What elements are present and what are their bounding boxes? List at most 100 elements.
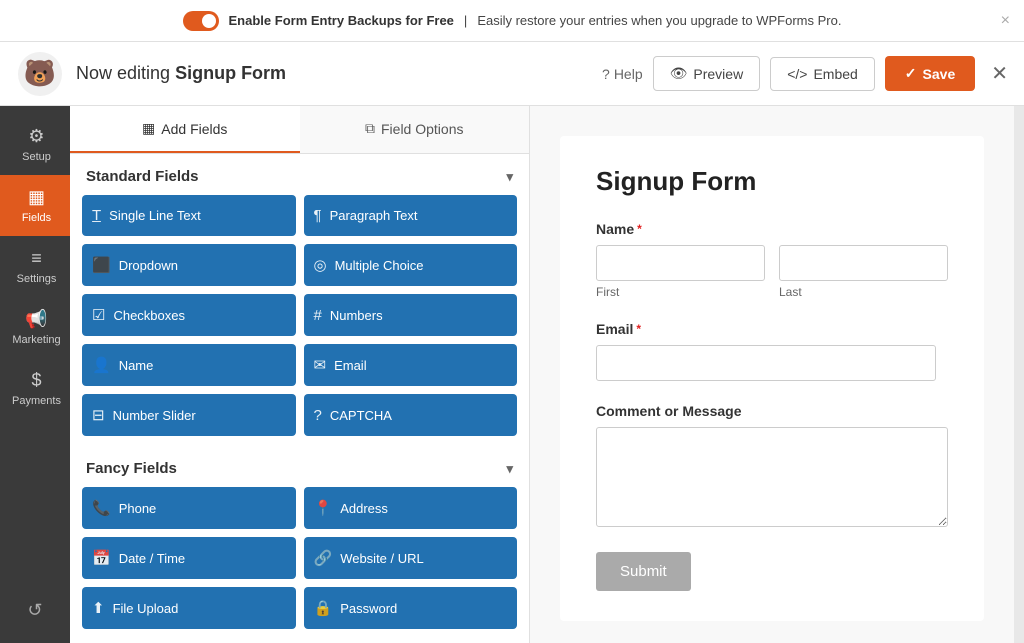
field-btn-password[interactable]: 🔒 Password <box>304 587 518 629</box>
embed-button[interactable]: </> Embed <box>770 57 875 91</box>
date-icon: 📅 <box>92 549 111 567</box>
email-label-text: Email <box>596 321 633 337</box>
field-label-checkboxes: Checkboxes <box>113 308 185 323</box>
field-btn-number-slider[interactable]: ⊟ Number Slider <box>82 394 296 436</box>
field-btn-dropdown[interactable]: ⬛ Dropdown <box>82 244 296 286</box>
sidebar-item-payments[interactable]: $ Payments <box>0 358 70 419</box>
email-input[interactable] <box>596 345 936 381</box>
sidebar-label-settings: Settings <box>17 273 57 285</box>
save-button[interactable]: ✓ Save <box>885 56 975 91</box>
field-label-number-slider: Number Slider <box>113 408 196 423</box>
email-required-star: * <box>636 322 641 336</box>
field-btn-paragraph[interactable]: ¶ Paragraph Text <box>304 195 518 236</box>
code-icon: </> <box>787 66 807 82</box>
notif-title: Enable Form Entry Backups for Free <box>229 13 454 28</box>
notification-bar: Enable Form Entry Backups for Free | Eas… <box>0 0 1024 42</box>
tab-options-label: Field Options <box>381 121 463 137</box>
tab-add-fields[interactable]: ▦ Add Fields <box>70 106 300 153</box>
field-btn-multiple-choice[interactable]: ◎ Multiple Choice <box>304 244 518 286</box>
panel-content: Standard Fields ▾ T̲ Single Line Text ¶ … <box>70 154 529 643</box>
standard-chevron-icon: ▾ <box>506 169 513 185</box>
field-btn-phone[interactable]: 📞 Phone <box>82 487 296 529</box>
fancy-chevron-icon: ▾ <box>506 461 513 477</box>
field-btn-single-line[interactable]: T̲ Single Line Text <box>82 195 296 236</box>
field-btn-name[interactable]: 👤 Name <box>82 344 296 386</box>
field-label-single-line: Single Line Text <box>109 208 201 223</box>
field-label-file-upload: File Upload <box>113 601 179 616</box>
form-field-email: Email * <box>596 321 948 381</box>
preview-scrollbar[interactable] <box>1014 106 1024 643</box>
sidebar-item-setup[interactable]: ⚙ Setup <box>0 114 70 175</box>
header-title: Now editing Signup Form <box>76 63 590 84</box>
comment-textarea[interactable] <box>596 427 948 527</box>
sidebar-item-marketing[interactable]: 📢 Marketing <box>0 297 70 358</box>
tab-add-label: Add Fields <box>161 121 227 137</box>
numbers-icon: # <box>314 307 322 324</box>
toggle-switch[interactable] <box>183 11 219 31</box>
submit-button[interactable]: Submit <box>596 552 691 591</box>
undo-button[interactable]: ↺ <box>17 590 52 631</box>
form-preview: Signup Form Name * First Last <box>530 106 1014 643</box>
phone-icon: 📞 <box>92 499 111 517</box>
form-field-comment: Comment or Message <box>596 403 948 530</box>
sidebar-label-marketing: Marketing <box>12 334 60 346</box>
name-required-star: * <box>637 222 642 236</box>
name-icon: 👤 <box>92 356 111 374</box>
field-btn-address[interactable]: 📍 Address <box>304 487 518 529</box>
field-label-paragraph: Paragraph Text <box>330 208 418 223</box>
field-btn-captcha[interactable]: ? CAPTCHA <box>304 394 518 436</box>
sidebar-label-fields: Fields <box>22 212 51 224</box>
name-last-wrap: Last <box>779 245 948 299</box>
check-icon: ✓ <box>905 65 917 82</box>
payments-icon: $ <box>31 370 41 391</box>
name-first-input[interactable] <box>596 245 765 281</box>
form-canvas: Signup Form Name * First Last <box>560 136 984 621</box>
header-actions: ? Help 👁 Preview </> Embed ✓ Save ✕ <box>602 56 1008 91</box>
captcha-icon: ? <box>314 407 322 424</box>
form-field-name: Name * First Last <box>596 221 948 299</box>
field-btn-email[interactable]: ✉ Email <box>304 344 518 386</box>
save-label: Save <box>923 66 956 82</box>
checkboxes-icon: ☑ <box>92 306 105 324</box>
field-btn-numbers[interactable]: # Numbers <box>304 294 518 336</box>
standard-fields-header[interactable]: Standard Fields ▾ <box>82 154 517 195</box>
help-label: Help <box>614 66 643 82</box>
field-btn-checkboxes[interactable]: ☑ Checkboxes <box>82 294 296 336</box>
app-header: 🐻 Now editing Signup Form ? Help 👁 Previ… <box>0 42 1024 106</box>
name-subfields: First Last <box>596 245 948 299</box>
name-label: Name * <box>596 221 948 237</box>
name-first-wrap: First <box>596 245 765 299</box>
field-btn-file-upload[interactable]: ⬆ File Upload <box>82 587 296 629</box>
multiple-choice-icon: ◎ <box>314 256 327 274</box>
comment-label-text: Comment or Message <box>596 403 741 419</box>
field-btn-date-time[interactable]: 📅 Date / Time <box>82 537 296 579</box>
field-label-numbers: Numbers <box>330 308 383 323</box>
form-title: Signup Form <box>596 166 948 197</box>
field-btn-website-url[interactable]: 🔗 Website / URL <box>304 537 518 579</box>
field-label-address: Address <box>340 501 388 516</box>
dropdown-icon: ⬛ <box>92 256 111 274</box>
question-icon: ? <box>602 66 610 82</box>
embed-label: Embed <box>813 66 857 82</box>
sidebar-item-fields[interactable]: ▦ Fields <box>0 175 70 236</box>
slider-icon: ⊟ <box>92 406 105 424</box>
tab-field-options[interactable]: ⧉ Field Options <box>300 106 530 153</box>
field-label-name: Name <box>119 358 154 373</box>
field-label-dropdown: Dropdown <box>119 258 178 273</box>
field-label-email: Email <box>334 358 367 373</box>
fancy-fields-header[interactable]: Fancy Fields ▾ <box>82 446 517 487</box>
email-label: Email * <box>596 321 948 337</box>
sidebar-item-settings[interactable]: ≡ Settings <box>0 236 70 297</box>
close-button[interactable]: ✕ <box>991 61 1008 86</box>
preview-button[interactable]: 👁 Preview <box>653 56 761 91</box>
fancy-fields-label: Fancy Fields <box>86 460 177 477</box>
help-button[interactable]: ? Help <box>602 66 643 82</box>
sliders-icon: ⧉ <box>365 120 375 137</box>
url-icon: 🔗 <box>314 549 333 567</box>
notif-close-button[interactable]: × <box>1001 12 1010 30</box>
fields-panel: ▦ Add Fields ⧉ Field Options Standard Fi… <box>70 106 530 643</box>
settings-icon: ≡ <box>31 248 42 269</box>
editing-prefix: Now editing <box>76 63 170 83</box>
name-last-input[interactable] <box>779 245 948 281</box>
field-label-multiple-choice: Multiple Choice <box>335 258 424 273</box>
